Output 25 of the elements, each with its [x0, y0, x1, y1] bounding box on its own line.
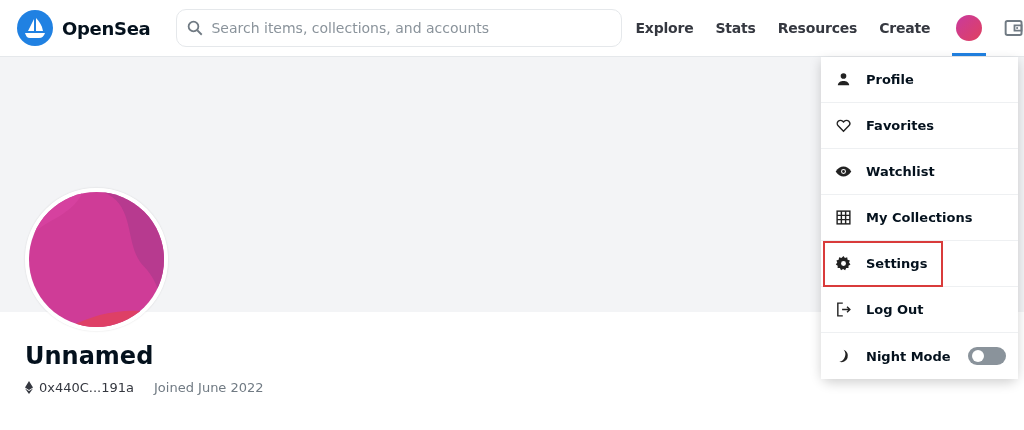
- search-field[interactable]: Search items, collections, and accounts: [176, 9, 623, 47]
- menu-item[interactable]: Watchlist: [821, 149, 1018, 195]
- nav-link[interactable]: Stats: [715, 20, 756, 36]
- search-icon: [186, 19, 205, 37]
- menu-item[interactable]: Favorites: [821, 103, 1018, 149]
- nav-link[interactable]: Resources: [777, 20, 858, 36]
- settings-icon: [835, 255, 852, 272]
- menu-item[interactable]: Profile: [821, 57, 1018, 103]
- logo-text[interactable]: OpenSea: [62, 17, 151, 39]
- logo-icon[interactable]: [17, 10, 53, 46]
- logout-icon: [835, 301, 852, 318]
- menu-item[interactable]: Log Out: [821, 287, 1018, 333]
- heart-icon: [835, 117, 852, 134]
- profile-icon: [835, 71, 852, 88]
- ethereum-icon: [25, 381, 33, 394]
- menu-item[interactable]: Night Mode: [821, 333, 1018, 379]
- menu-item[interactable]: Settings: [821, 241, 1018, 287]
- nav-link[interactable]: Create: [879, 20, 931, 36]
- nav-link[interactable]: Explore: [635, 20, 694, 36]
- grid-icon: [835, 209, 852, 226]
- menu-item[interactable]: My Collections: [821, 195, 1018, 241]
- joined-date: Joined June 2022: [154, 380, 264, 395]
- night-mode-toggle[interactable]: [968, 347, 1006, 365]
- wallet-address[interactable]: 0x440C...191a: [39, 380, 135, 395]
- profile-name: Unnamed: [25, 342, 154, 370]
